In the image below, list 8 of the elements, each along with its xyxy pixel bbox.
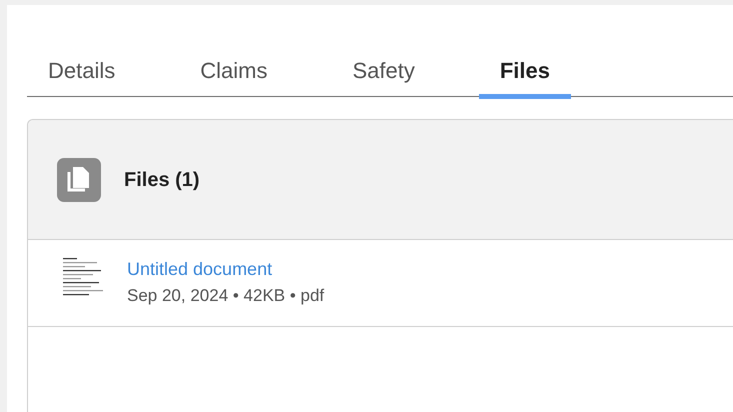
panel-title: Files (1) bbox=[124, 168, 200, 192]
tab[interactable]: Files bbox=[478, 43, 571, 97]
tab[interactable]: Safety bbox=[331, 43, 436, 97]
file-details: Sep 20, 2024 • 42KB • pdf bbox=[127, 285, 324, 307]
documents-icon bbox=[57, 158, 101, 202]
tab[interactable]: Details bbox=[27, 43, 136, 97]
file-link[interactable]: Untitled document bbox=[127, 256, 324, 283]
tab[interactable]: Claims bbox=[179, 43, 288, 97]
